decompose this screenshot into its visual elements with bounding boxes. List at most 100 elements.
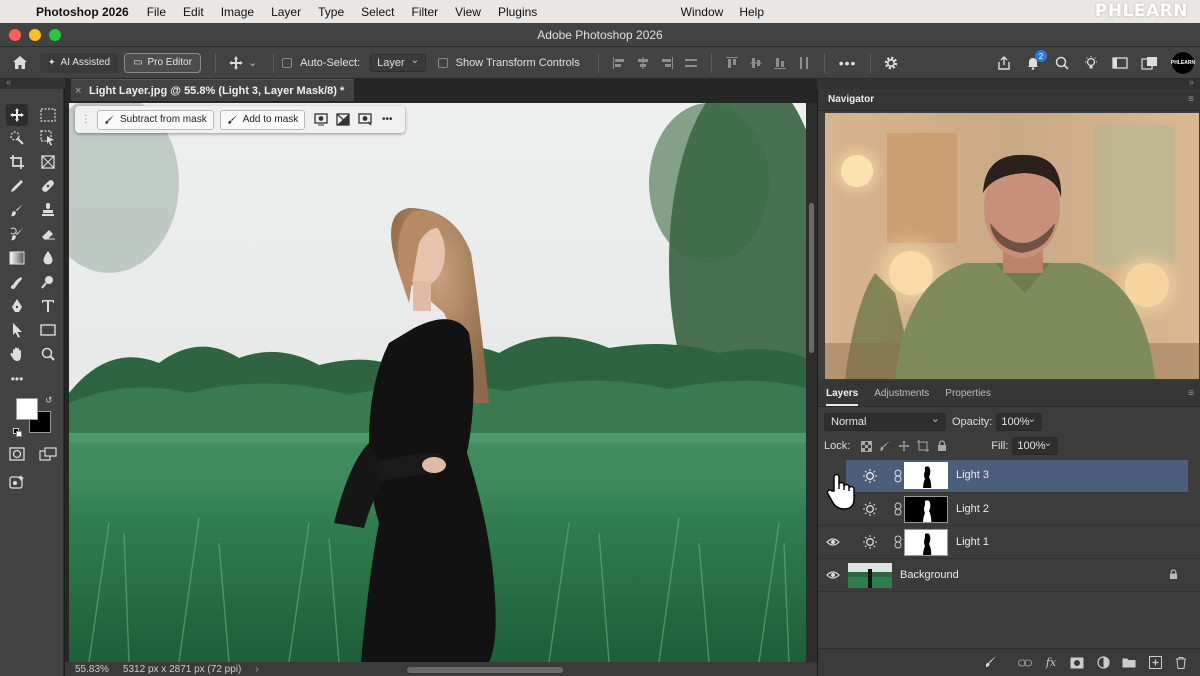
pro-editor-button[interactable]: ▭ Pro Editor	[124, 52, 201, 73]
menu-window[interactable]: Window	[681, 5, 724, 19]
rectangle-tool[interactable]	[37, 319, 59, 341]
lock-position-icon[interactable]	[897, 439, 911, 453]
align-top-icon[interactable]	[725, 56, 739, 70]
image-canvas[interactable]	[69, 103, 806, 662]
foreground-color-swatch[interactable]	[16, 398, 38, 420]
hand-tool[interactable]	[6, 343, 28, 365]
menu-help[interactable]: Help	[739, 5, 764, 19]
object-selection-tool[interactable]	[37, 127, 59, 149]
layer-row-light-1[interactable]: Light 1	[818, 526, 1200, 559]
mask-link-icon[interactable]	[894, 535, 902, 549]
status-chevron-icon[interactable]: ›	[255, 664, 258, 675]
move-tool-icon[interactable]	[228, 55, 244, 71]
mask-properties-button[interactable]	[355, 110, 375, 130]
dodge-tool[interactable]	[37, 271, 59, 293]
distribute-icon[interactable]	[684, 56, 698, 70]
layer-row-light-2[interactable]: Light 2	[818, 493, 1200, 526]
gradient-tool[interactable]	[6, 247, 28, 269]
mask-link-icon[interactable]	[894, 502, 902, 516]
minimize-window-button[interactable]	[29, 29, 41, 41]
delete-layer-icon[interactable]	[1174, 656, 1188, 670]
menu-plugins[interactable]: Plugins	[498, 5, 537, 19]
notifications-button[interactable]: 2	[1025, 50, 1047, 71]
background-layer-thumbnail[interactable]	[848, 563, 892, 588]
crop-tool[interactable]	[6, 151, 28, 173]
align-right-icon[interactable]	[660, 56, 674, 70]
profile-avatar[interactable]: PHLEARN	[1171, 52, 1195, 74]
collapse-left-icon[interactable]: «	[6, 77, 11, 87]
smudge-tool[interactable]	[6, 271, 28, 293]
navigator-tab[interactable]: Navigator	[828, 94, 874, 105]
quick-mask-button[interactable]	[6, 443, 28, 465]
lock-image-pixels-icon[interactable]	[878, 439, 892, 453]
close-window-button[interactable]	[9, 29, 21, 41]
clone-stamp-tool[interactable]	[37, 199, 59, 221]
home-button[interactable]	[0, 47, 40, 79]
search-icon[interactable]	[1054, 55, 1070, 71]
menu-edit[interactable]: Edit	[183, 5, 204, 19]
layer-row-background[interactable]: Background	[818, 559, 1200, 592]
new-layer-icon[interactable]	[1148, 656, 1162, 670]
screen-mode-button[interactable]	[37, 443, 59, 465]
contextual-taskbar-button[interactable]	[6, 471, 28, 493]
layer-mask-thumbnail[interactable]	[904, 462, 948, 489]
layer-row-light-3[interactable]: Light 3	[846, 460, 1188, 493]
gear-icon[interactable]	[883, 55, 899, 71]
align-center-icon[interactable]	[636, 56, 650, 70]
subtract-from-mask-button[interactable]: Subtract from mask	[97, 109, 214, 130]
menu-view[interactable]: View	[455, 5, 481, 19]
fx-icon[interactable]: fx	[1044, 656, 1058, 670]
align-left-icon[interactable]	[612, 56, 626, 70]
arrange-icon[interactable]	[1141, 56, 1159, 70]
swap-colors-icon[interactable]: ↺	[45, 395, 53, 406]
menu-type[interactable]: Type	[318, 5, 344, 19]
auto-select-checkbox[interactable]	[282, 57, 293, 68]
lock-artboard-icon[interactable]	[916, 439, 930, 453]
adjustment-layer-icon[interactable]	[1096, 656, 1110, 670]
horizontal-scroll-thumb[interactable]	[407, 667, 563, 673]
add-mask-icon[interactable]	[1070, 656, 1084, 670]
link-layers-icon[interactable]	[1018, 656, 1032, 670]
distribute-vertical-icon[interactable]	[797, 56, 811, 70]
workspace-icon[interactable]	[1112, 56, 1128, 70]
frame-tool[interactable]	[37, 151, 59, 173]
menu-select[interactable]: Select	[361, 5, 394, 19]
menu-filter[interactable]: Filter	[411, 5, 438, 19]
pen-tool[interactable]	[6, 295, 28, 317]
zoom-tool[interactable]	[37, 343, 59, 365]
vertical-scrollbar[interactable]	[806, 103, 817, 662]
path-selection-tool[interactable]	[6, 319, 28, 341]
layer-name[interactable]: Light 1	[956, 536, 989, 548]
layer-name[interactable]: Light 3	[956, 469, 989, 481]
visibility-eye-icon[interactable]	[826, 536, 840, 548]
auto-select-dropdown[interactable]: Layer	[370, 53, 426, 72]
zoom-level[interactable]: 55.83%	[75, 664, 109, 675]
layer-mask-thumbnail[interactable]	[904, 529, 948, 556]
tool-preset-chevron-icon[interactable]: ⌄	[248, 56, 257, 69]
mask-link-icon[interactable]	[894, 469, 902, 483]
close-tab-icon[interactable]: ×	[75, 85, 81, 97]
eyedropper-tool[interactable]	[6, 175, 28, 197]
brush-tool[interactable]	[6, 199, 28, 221]
collapse-right-icon[interactable]: »	[1189, 77, 1194, 87]
share-icon[interactable]	[996, 55, 1012, 71]
menu-layer[interactable]: Layer	[271, 5, 301, 19]
add-to-mask-button[interactable]: Add to mask	[219, 109, 306, 130]
align-middle-icon[interactable]	[749, 56, 763, 70]
tab-properties[interactable]: Properties	[945, 388, 991, 399]
invert-mask-button[interactable]	[333, 110, 353, 130]
zoom-window-button[interactable]	[49, 29, 61, 41]
drag-handle-icon[interactable]: ⋮	[81, 114, 91, 125]
visibility-eye-icon[interactable]	[826, 569, 840, 581]
menu-file[interactable]: File	[147, 5, 166, 19]
show-transform-checkbox[interactable]	[437, 57, 448, 68]
tab-layers[interactable]: Layers	[826, 381, 859, 406]
move-tool[interactable]	[6, 104, 28, 126]
panel-menu-icon[interactable]: ≡	[1188, 388, 1194, 399]
ai-assisted-button[interactable]: ✦ AI Assisted	[40, 52, 119, 73]
eraser-tool[interactable]	[37, 223, 59, 245]
layer-name[interactable]: Background	[900, 569, 959, 581]
marquee-tool[interactable]	[37, 104, 59, 126]
opacity-input[interactable]: 100%	[996, 412, 1043, 431]
panel-menu-icon[interactable]: ≡	[1188, 94, 1194, 105]
